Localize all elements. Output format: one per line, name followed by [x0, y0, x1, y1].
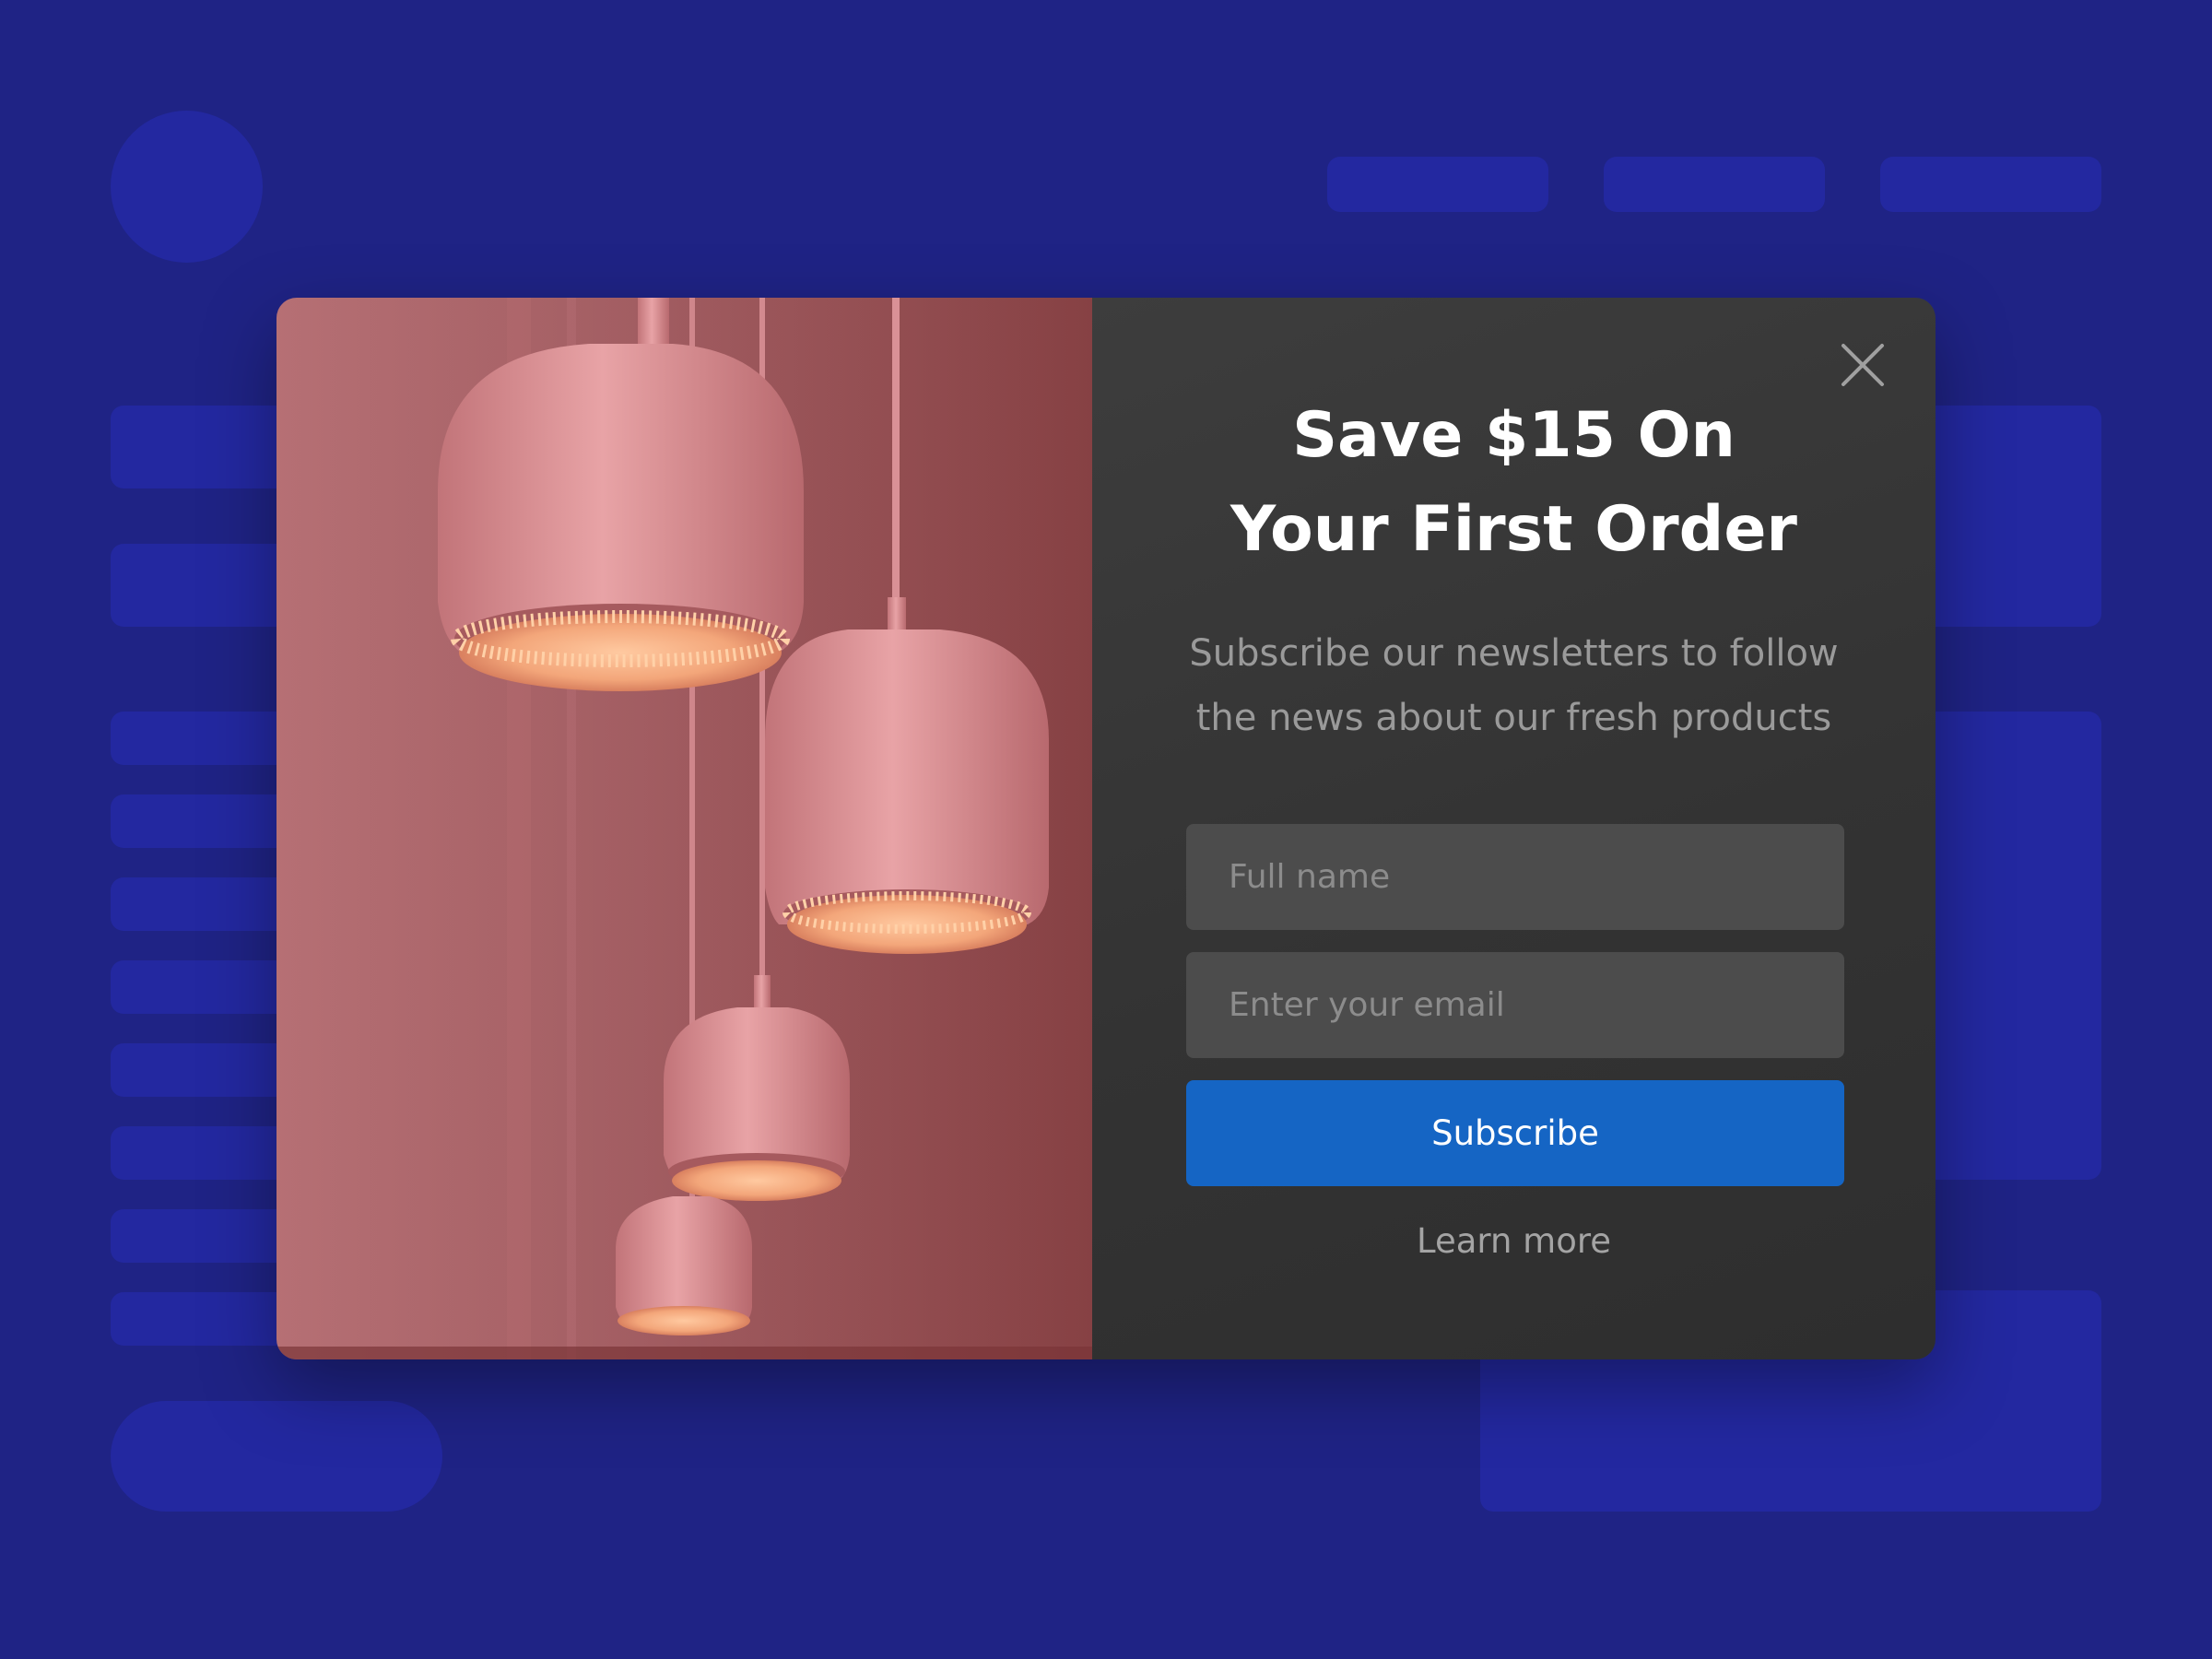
subscribe-button[interactable]: Subscribe — [1186, 1080, 1844, 1186]
background-logo-placeholder — [111, 111, 263, 263]
email-input[interactable] — [1186, 952, 1844, 1058]
pendant-lamps-illustration — [276, 298, 1092, 1359]
close-button[interactable] — [1836, 338, 1889, 392]
headline-line-2: Your First Order — [1230, 493, 1797, 566]
newsletter-popup: Save $15 On Your First Order Subscribe o… — [276, 298, 1936, 1359]
background-button-placeholder — [111, 1401, 442, 1512]
learn-more-link[interactable]: Learn more — [1092, 1221, 1936, 1261]
close-icon — [1841, 344, 1884, 386]
full-name-input[interactable] — [1186, 824, 1844, 930]
pendant-lamps-image — [276, 298, 1092, 1359]
popup-description: Subscribe our newsletters to follow the … — [1092, 621, 1936, 750]
background-nav-placeholder — [1327, 157, 1548, 212]
background-nav-placeholder — [1880, 157, 2101, 212]
description-line-2: the news about our fresh products — [1195, 697, 1832, 739]
lamp-4 — [616, 1196, 752, 1335]
headline-line-1: Save $15 On — [1292, 399, 1735, 472]
popup-headline: Save $15 On Your First Order — [1092, 389, 1936, 577]
lamp-2 — [765, 597, 1049, 954]
background-nav-placeholder — [1604, 157, 1825, 212]
popup-content-panel: Save $15 On Your First Order Subscribe o… — [1092, 298, 1936, 1359]
description-line-1: Subscribe our newsletters to follow — [1189, 632, 1839, 675]
